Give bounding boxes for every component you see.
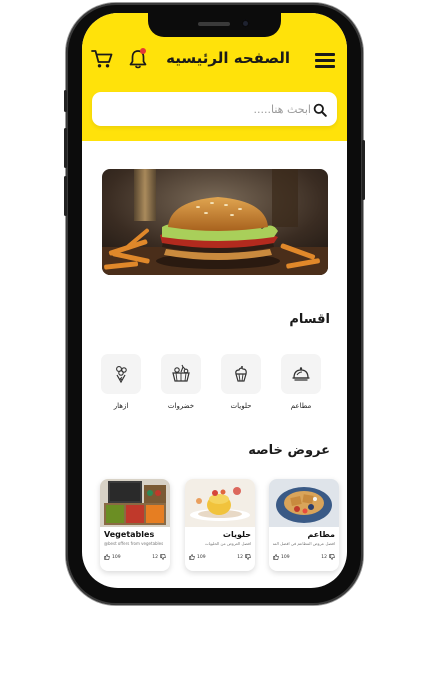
offer-card-sweets[interactable]: حلويات افضل العروض من الحلويات 109 12: [185, 479, 255, 571]
offer-subtitle: افضل عروض المطاعم في افضل المطاعم: [273, 541, 335, 546]
thumbs-up-icon: [273, 554, 279, 560]
category-vegetables[interactable]: خضروات: [161, 354, 201, 410]
category-label: حلويات: [230, 402, 252, 410]
burger-image: [102, 169, 328, 275]
offer-card-vegetables[interactable]: Vegetables @best offers from vegetables …: [100, 479, 170, 571]
bell-icon[interactable]: [128, 48, 148, 70]
category-label: مطاعم: [290, 402, 312, 410]
like-count: 109: [197, 554, 206, 560]
like-count: 109: [281, 554, 290, 560]
category-label: خضروات: [167, 402, 195, 410]
phone-notch: [148, 13, 281, 37]
menu-icon[interactable]: [315, 53, 335, 68]
phone-volume-up: [64, 128, 67, 168]
front-camera: [241, 19, 250, 28]
search-bar: [92, 92, 337, 126]
like-count: 109: [112, 554, 121, 560]
app-screen: الصفحه الرئيسيه ابحث هنا..... اقسام مطاع…: [82, 13, 347, 588]
offer-reactions: 109 12: [104, 554, 166, 563]
dislike-button[interactable]: 12: [237, 554, 251, 560]
like-button[interactable]: 109: [273, 554, 290, 560]
offer-image: [269, 479, 339, 527]
category-restaurants[interactable]: مطاعم: [281, 354, 321, 410]
phone-volume-down: [64, 176, 67, 216]
special-offers-title: عروض خاصه: [248, 443, 330, 458]
flowers-icon: [116, 366, 127, 384]
dislike-count: 12: [321, 554, 327, 560]
phone-power-button: [362, 140, 365, 200]
like-button[interactable]: 109: [189, 554, 206, 560]
category-label: ازهار: [113, 402, 129, 410]
thumbs-up-icon: [189, 554, 195, 560]
offer-title: حلويات: [222, 530, 251, 539]
offer-subtitle: افضل العروض من الحلويات: [204, 541, 251, 546]
thumbs-down-icon: [160, 554, 166, 560]
thumbs-down-icon: [245, 554, 251, 560]
search-icon[interactable]: [313, 102, 327, 117]
cart-icon[interactable]: [91, 49, 113, 69]
offer-card-restaurants[interactable]: مطاعم افضل عروض المطاعم في افضل المطاعم …: [269, 479, 339, 571]
offer-reactions: 109 12: [273, 554, 335, 563]
offer-subtitle: @best offers from vegetables: [104, 541, 164, 546]
category-flowers[interactable]: ازهار: [101, 354, 141, 410]
promo-banner-image[interactable]: [102, 169, 328, 275]
page-title: الصفحه الرئيسيه: [166, 49, 290, 67]
like-button[interactable]: 109: [104, 554, 121, 560]
offer-image: [185, 479, 255, 527]
dislike-button[interactable]: 12: [152, 554, 166, 560]
offer-title: مطاعم: [307, 530, 336, 539]
dislike-count: 12: [152, 554, 158, 560]
vegetable-basket-icon: [172, 364, 190, 382]
category-sweets[interactable]: حلويات: [221, 354, 261, 410]
offer-image: [100, 479, 170, 527]
thumbs-up-icon: [104, 554, 110, 560]
thumbs-down-icon: [329, 554, 335, 560]
cupcake-icon: [235, 366, 247, 382]
earpiece-speaker: [198, 22, 230, 26]
offer-reactions: 109 12: [189, 554, 251, 563]
restaurant-cloche-icon: [292, 367, 310, 381]
dislike-button[interactable]: 12: [321, 554, 335, 560]
offer-title: Vegetables: [104, 530, 155, 539]
notification-dot: [140, 48, 146, 54]
phone-mute-switch: [64, 90, 67, 112]
categories-title: اقسام: [289, 312, 330, 327]
dislike-count: 12: [237, 554, 243, 560]
search-input[interactable]: [121, 100, 311, 118]
